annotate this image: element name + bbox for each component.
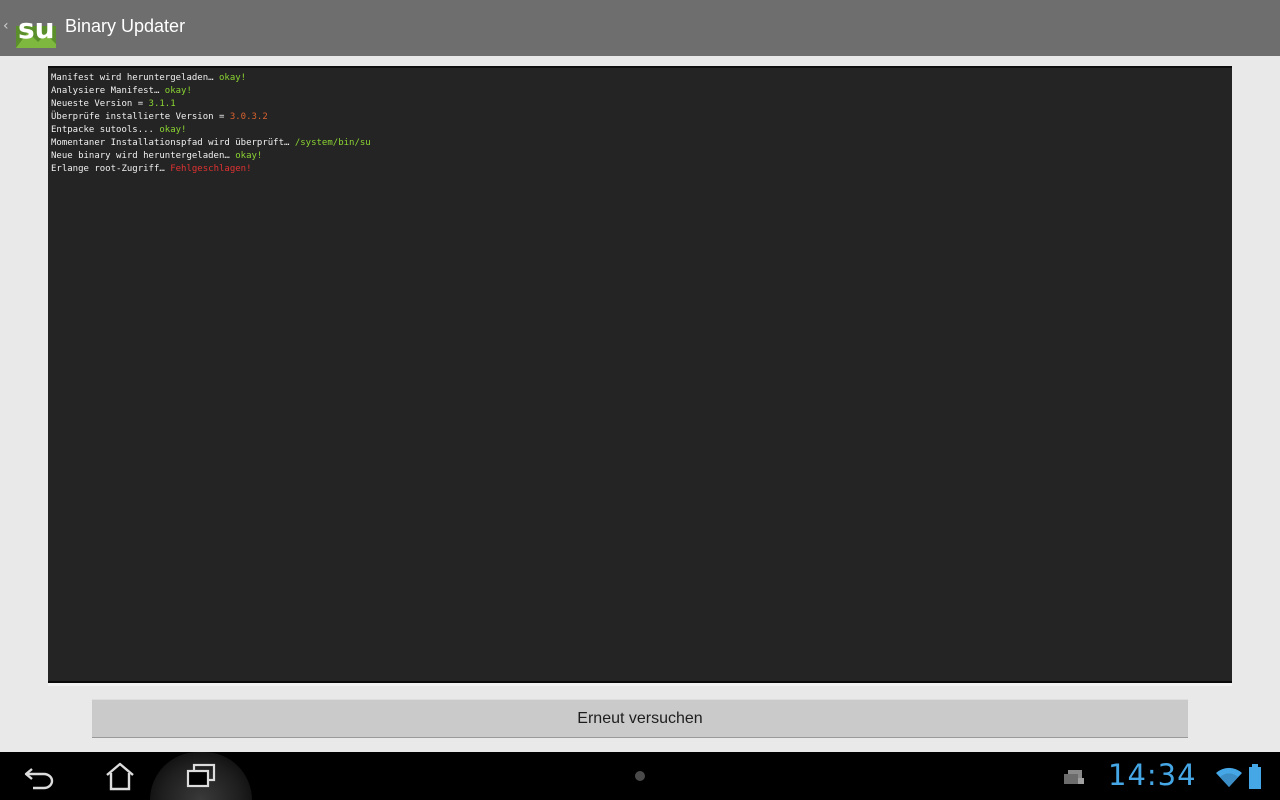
console-line: Überprüfe installierte Version = 3.0.3.2 <box>51 111 371 124</box>
recent-apps-icon <box>186 763 216 788</box>
lights-out-dot[interactable] <box>635 771 645 781</box>
console-line-text: Analysiere Manifest… <box>51 86 165 96</box>
recent-apps-button[interactable] <box>171 752 231 800</box>
battery-icon <box>1249 764 1261 789</box>
back-button[interactable] <box>10 752 70 800</box>
console-line-text: Neueste Version = <box>51 99 149 109</box>
console-output[interactable]: Manifest wird heruntergeladen… okay! Anal… <box>48 66 1232 683</box>
console-line: Neueste Version = 3.1.1 <box>51 98 371 111</box>
console-lines: Manifest wird heruntergeladen… okay! Anal… <box>51 72 371 176</box>
app-logo-text: su <box>18 12 55 45</box>
console-line-status: okay! <box>159 125 187 135</box>
console-line-text: Entpacke sutools... <box>51 125 160 135</box>
console-line: Manifest wird heruntergeladen… okay! <box>51 72 371 85</box>
retry-button[interactable]: Erneut versuchen <box>92 699 1188 738</box>
console-line-text: Momentaner Installationspfad wird überpr… <box>51 138 295 148</box>
notification-icon[interactable] <box>1062 768 1088 786</box>
console-line: Analysiere Manifest… okay! <box>51 85 371 98</box>
console-line-status: okay! <box>235 151 263 161</box>
console-line-text: Neue binary wird heruntergeladen… <box>51 151 236 161</box>
console-line-status: Fehlgeschlagen! <box>170 164 252 174</box>
console-line: Erlange root-Zugriff… Fehlgeschlagen! <box>51 163 371 176</box>
clock[interactable]: 14:34 <box>1108 758 1197 792</box>
console-line-status: okay! <box>218 73 247 83</box>
console-line-text: Erlange root-Zugriff… <box>51 164 171 174</box>
home-icon <box>106 762 134 791</box>
console-line: Entpacke sutools... okay! <box>51 124 371 137</box>
up-caret-icon[interactable]: ‹ <box>3 18 9 34</box>
console-line: Neue binary wird heruntergeladen… okay! <box>51 150 371 163</box>
action-bar: ‹ su Binary Updater <box>0 0 1280 56</box>
console-line-status: 3.1.1 <box>148 99 176 109</box>
console-line-status: 3.0.3.2 <box>229 112 268 122</box>
console-line: Momentaner Installationspfad wird überpr… <box>51 137 371 150</box>
app-logo-icon[interactable]: su <box>16 12 56 48</box>
page-title: Binary Updater <box>65 16 186 36</box>
back-icon <box>24 768 54 790</box>
home-button[interactable] <box>90 752 150 800</box>
console-line-text: Überprüfe installierte Version = <box>51 112 230 122</box>
wifi-icon <box>1216 767 1242 787</box>
system-bar: 14:34 <box>0 752 1280 800</box>
console-line-text: Manifest wird heruntergeladen… <box>51 73 219 83</box>
console-line-status: /system/bin/su <box>294 138 371 148</box>
console-line-status: okay! <box>164 86 192 96</box>
